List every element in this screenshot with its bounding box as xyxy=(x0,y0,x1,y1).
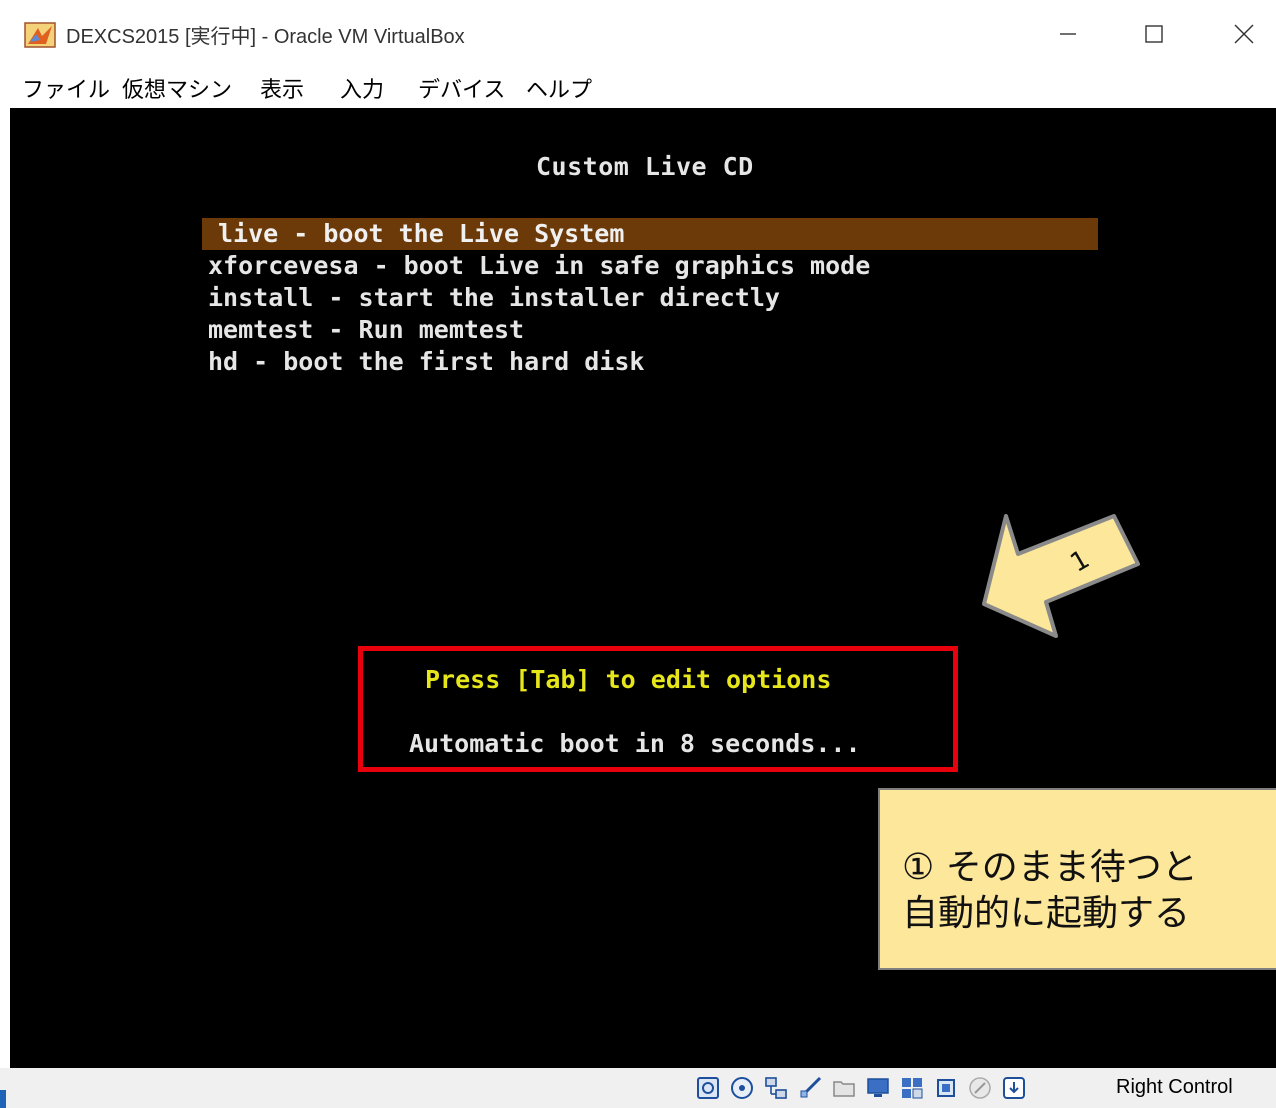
highlight-box: Press [Tab] to edit options Automatic bo… xyxy=(358,646,958,772)
annotation-arrow-icon: 1 xyxy=(982,514,1140,638)
close-icon xyxy=(1234,24,1254,44)
virtualbox-icon xyxy=(24,22,56,48)
boot-countdown: Automatic boot in 8 seconds... xyxy=(409,729,861,758)
menubar: ファイル 仮想マシン 表示 入力 デバイス ヘルプ xyxy=(0,68,1276,108)
display-icon[interactable] xyxy=(866,1076,890,1100)
close-button[interactable] xyxy=(1222,14,1266,54)
menu-view[interactable]: 表示 xyxy=(260,72,304,104)
maximize-button[interactable] xyxy=(1132,14,1176,54)
shared-folder-icon[interactable] xyxy=(832,1076,856,1100)
menu-help[interactable]: ヘルプ xyxy=(526,72,592,104)
window-titlebar[interactable]: DEXCS2015 [実行中] - Oracle VM VirtualBox xyxy=(0,0,1276,68)
menu-devices[interactable]: デバイス xyxy=(418,72,505,104)
boot-menu-title: Custom Live CD xyxy=(536,152,754,181)
menu-input[interactable]: 入力 xyxy=(340,72,384,104)
boot-option-live[interactable]: live - boot the Live System xyxy=(202,218,1098,250)
window-title: DEXCS2015 [実行中] - Oracle VM VirtualBox xyxy=(66,26,465,48)
boot-option-install[interactable]: install - start the installer directly xyxy=(208,282,780,314)
minimize-button[interactable] xyxy=(1046,14,1090,54)
usb-icon[interactable] xyxy=(798,1076,822,1100)
menu-machine[interactable]: 仮想マシン xyxy=(122,72,232,104)
boot-option-hd[interactable]: hd - boot the first hard disk xyxy=(208,346,645,378)
hard-disk-icon[interactable] xyxy=(696,1076,720,1100)
statusbar: Right Control xyxy=(0,1068,1276,1108)
mouse-integration-icon[interactable] xyxy=(968,1076,992,1100)
taskbar-edge xyxy=(0,1090,6,1108)
boot-option-xforcevesa[interactable]: xforcevesa - boot Live in safe graphics … xyxy=(208,250,870,282)
network-icon[interactable] xyxy=(764,1076,788,1100)
maximize-icon xyxy=(1145,25,1163,43)
menu-file[interactable]: ファイル xyxy=(22,72,110,104)
boot-option-memtest[interactable]: memtest - Run memtest xyxy=(208,314,524,346)
callout-box: ① そのまま待つと 自動的に起動する xyxy=(878,788,1276,970)
keyboard-capture-icon[interactable] xyxy=(1002,1076,1026,1100)
callout-line-1: ① そのまま待つと xyxy=(902,847,1198,888)
cpu-icon[interactable] xyxy=(934,1076,958,1100)
callout-line-2: 自動的に起動する xyxy=(902,893,1191,934)
video-capture-icon[interactable] xyxy=(900,1076,924,1100)
minimize-icon xyxy=(1060,33,1076,35)
optical-drive-icon[interactable] xyxy=(730,1076,754,1100)
host-key-label: Right Control xyxy=(1116,1076,1233,1098)
edit-options-hint: Press [Tab] to edit options xyxy=(425,665,832,694)
